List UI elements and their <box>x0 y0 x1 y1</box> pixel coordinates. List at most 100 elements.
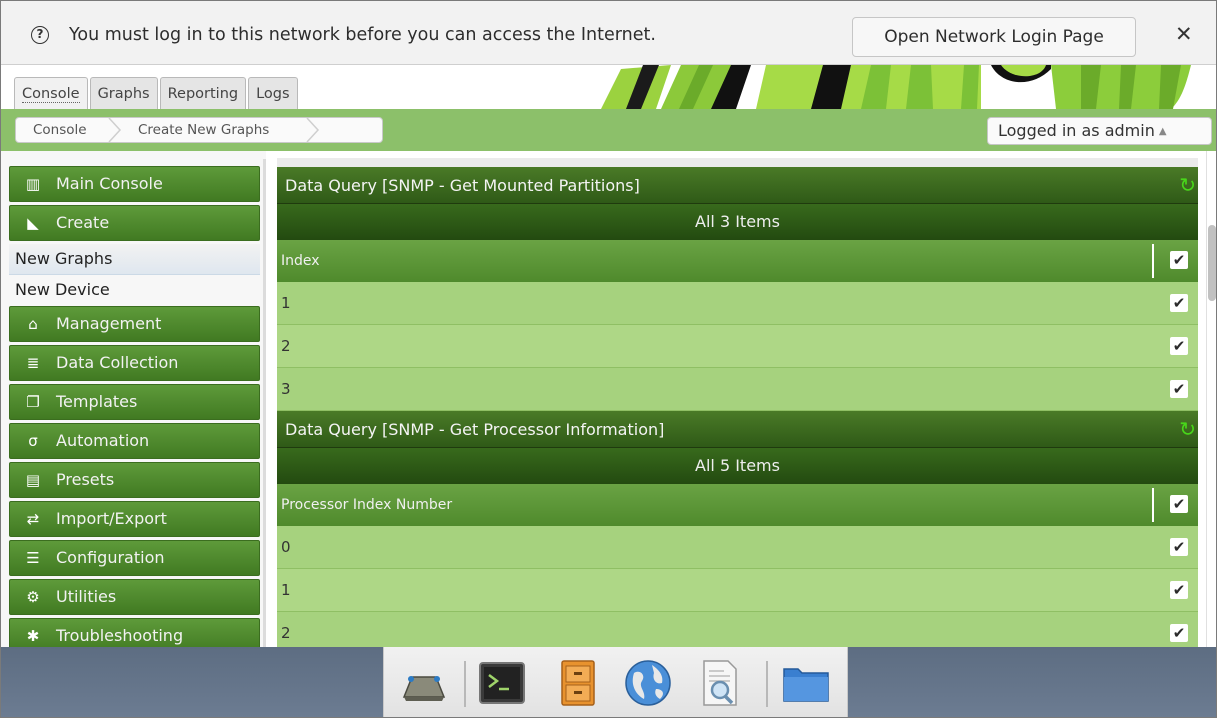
sidebar-menu: ▥ Main Console ◣ Create New Graphs New Dev… <box>9 166 260 647</box>
network-login-notification: ? You must log in to this network before… <box>1 1 1216 65</box>
terminal-icon[interactable] <box>476 657 528 709</box>
question-circle-icon: ? <box>31 26 49 44</box>
database-icon: ≣ <box>26 354 40 372</box>
app-header: Console Graphs Reporting Logs <box>1 65 1216 109</box>
row-checkbox[interactable]: ✔ <box>1170 337 1188 355</box>
tab-reporting[interactable]: Reporting <box>159 77 247 109</box>
breadcrumb-create-new-graphs[interactable]: Create New Graphs <box>138 122 269 138</box>
sidebar-item-main-console[interactable]: ▥ Main Console <box>9 166 260 202</box>
breadcrumb-separator-icon <box>306 118 320 142</box>
screen: ? You must log in to this network before… <box>0 0 1217 718</box>
sidebar-item-automation[interactable]: σ Automation <box>9 423 260 459</box>
data-query-title: Data Query [SNMP - Get Mounted Partition… <box>285 176 640 195</box>
row-checkbox[interactable]: ✔ <box>1170 624 1188 642</box>
open-network-login-button[interactable]: Open Network Login Page <box>852 17 1136 57</box>
tab-console-label: Console <box>22 86 80 103</box>
sidebar-item-create[interactable]: ◣ Create <box>9 205 260 241</box>
area-chart-icon: ◣ <box>27 214 39 232</box>
user-menu[interactable]: Logged in as admin ▲ <box>987 117 1212 145</box>
all-items-label: All 3 Items <box>277 204 1198 240</box>
exchange-icon: ⇄ <box>26 510 40 528</box>
sidebar-item-label: Presets <box>56 470 115 489</box>
sidebar-item-label: Data Collection <box>56 353 179 372</box>
sidebar-item-new-device[interactable]: New Device <box>9 275 260 306</box>
main-tabs: Console Graphs Reporting Logs <box>14 77 298 109</box>
dock <box>383 647 848 717</box>
folder-icon[interactable] <box>780 657 832 709</box>
reload-icon[interactable]: ↻ <box>1179 173 1196 197</box>
sidebar-item-presets[interactable]: ▤ Presets <box>9 462 260 498</box>
select-all-checkbox[interactable]: ✔ <box>1170 495 1188 513</box>
network-drive-icon[interactable] <box>398 657 450 709</box>
row-checkbox[interactable]: ✔ <box>1170 538 1188 556</box>
row-value: 2 <box>281 337 291 355</box>
row-checkbox[interactable]: ✔ <box>1170 581 1188 599</box>
sidebar-item-templates[interactable]: ❐ Templates <box>9 384 260 420</box>
column-header: Index ✔ <box>277 240 1198 282</box>
sliders-icon: ☰ <box>26 549 40 567</box>
sidebar-item-label: Utilities <box>56 587 117 606</box>
column-divider <box>1152 488 1154 522</box>
user-label: Logged in as admin <box>998 121 1155 140</box>
reload-icon[interactable]: ↻ <box>1179 417 1196 441</box>
row-checkbox[interactable]: ✔ <box>1170 380 1188 398</box>
dock-separator <box>464 661 466 707</box>
main-content: Data Query [SNMP - Get Mounted Partition… <box>266 151 1216 647</box>
data-query-title: Data Query [SNMP - Get Processor Informa… <box>285 420 665 439</box>
column-header: Processor Index Number ✔ <box>277 484 1198 526</box>
sidebar-item-label: Templates <box>56 392 138 411</box>
column-header-label: Index <box>281 253 320 269</box>
breadcrumb-console[interactable]: Console <box>33 122 87 138</box>
table-row[interactable]: 3 ✔ <box>277 368 1198 411</box>
sidebar-item-label: Troubleshooting <box>56 626 184 645</box>
clone-icon: ❐ <box>26 393 40 411</box>
sidebar-item-label: Create <box>56 213 110 232</box>
select-all-checkbox[interactable]: ✔ <box>1170 251 1188 269</box>
table-row[interactable]: 0 ✔ <box>277 526 1198 569</box>
breadcrumb-separator-icon <box>108 118 122 142</box>
sigma-icon: σ <box>28 432 38 450</box>
tab-graphs[interactable]: Graphs <box>89 77 158 109</box>
sidebar-item-troubleshooting[interactable]: ✱ Troubleshooting <box>9 618 260 647</box>
archive-icon: ▤ <box>25 471 41 489</box>
row-value: 3 <box>281 380 291 398</box>
breadcrumb: Console Create New Graphs <box>15 117 383 143</box>
all-items-label: All 5 Items <box>277 448 1198 484</box>
table-row[interactable]: 2 ✔ <box>277 325 1198 368</box>
sidebar-item-label: Configuration <box>56 548 165 567</box>
tab-logs[interactable]: Logs <box>248 77 298 109</box>
table-row[interactable]: 1 ✔ <box>277 569 1198 612</box>
data-query-header: Data Query [SNMP - Get Processor Informa… <box>277 411 1198 448</box>
scrollbar-track[interactable] <box>1206 151 1207 647</box>
file-cabinet-icon[interactable] <box>552 657 604 709</box>
row-checkbox[interactable]: ✔ <box>1170 294 1188 312</box>
sidebar-item-label: Main Console <box>56 174 163 193</box>
sidebar-item-import-export[interactable]: ⇄ Import/Export <box>9 501 260 537</box>
home-icon: ⌂ <box>28 315 38 333</box>
close-icon[interactable]: ✕ <box>1175 23 1193 45</box>
table-row[interactable]: 1 ✔ <box>277 282 1198 325</box>
sidebar-item-data-collection[interactable]: ≣ Data Collection <box>9 345 260 381</box>
sidebar-item-new-graphs[interactable]: New Graphs <box>9 244 260 275</box>
table-row[interactable]: 2 ✔ <box>277 612 1198 647</box>
breadcrumb-bar: Console Create New Graphs Logged in as a… <box>1 109 1216 151</box>
sidebar-item-label: Automation <box>56 431 150 450</box>
document-search-icon[interactable] <box>694 657 746 709</box>
row-value: 1 <box>281 294 291 312</box>
data-query-header: Data Query [SNMP - Get Mounted Partition… <box>277 167 1198 204</box>
tab-console[interactable]: Console <box>14 77 88 109</box>
column-header-label: Processor Index Number <box>281 497 453 513</box>
globe-icon[interactable] <box>622 657 674 709</box>
bug-icon: ✱ <box>26 627 40 645</box>
sidebar-item-utilities[interactable]: ⚙ Utilities <box>9 579 260 615</box>
sidebar-item-configuration[interactable]: ☰ Configuration <box>9 540 260 576</box>
caret-up-icon: ▲ <box>1158 126 1167 137</box>
map-icon: ▥ <box>25 175 41 193</box>
notification-message: You must log in to this network before y… <box>69 25 656 45</box>
row-value: 2 <box>281 624 291 642</box>
data-queries: Data Query [SNMP - Get Mounted Partition… <box>277 167 1198 647</box>
row-value: 0 <box>281 538 291 556</box>
scrollbar-thumb[interactable] <box>1208 225 1216 301</box>
column-divider <box>1152 244 1154 278</box>
sidebar-item-management[interactable]: ⌂ Management <box>9 306 260 342</box>
